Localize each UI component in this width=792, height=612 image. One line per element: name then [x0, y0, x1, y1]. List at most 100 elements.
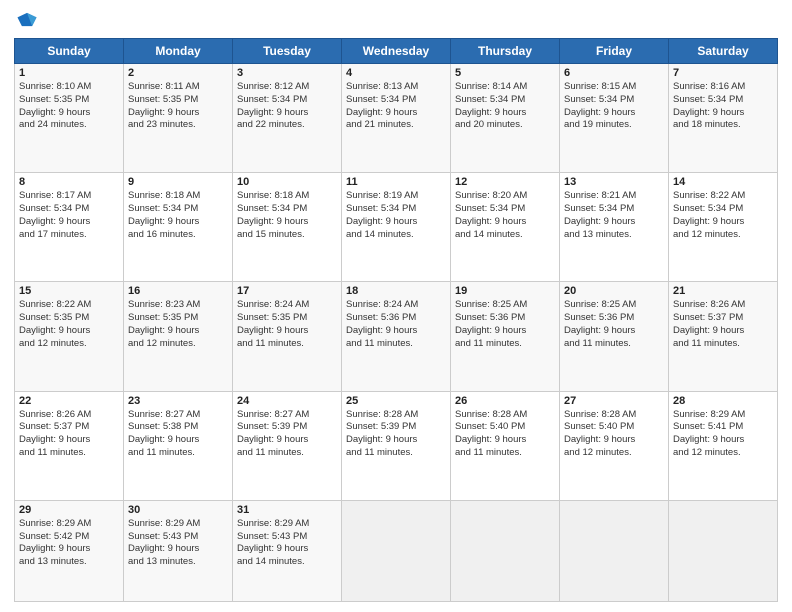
cell-line: Sunset: 5:34 PM: [237, 94, 337, 107]
table-row: 13Sunrise: 8:21 AMSunset: 5:34 PMDayligh…: [560, 173, 669, 282]
day-number: 23: [128, 395, 228, 407]
day-number: 5: [455, 67, 555, 79]
cell-line: Daylight: 9 hours: [19, 543, 119, 556]
calendar-week-row: 15Sunrise: 8:22 AMSunset: 5:35 PMDayligh…: [15, 282, 778, 391]
cell-line: Sunrise: 8:16 AM: [673, 81, 773, 94]
calendar-week-row: 8Sunrise: 8:17 AMSunset: 5:34 PMDaylight…: [15, 173, 778, 282]
cell-line: Daylight: 9 hours: [237, 434, 337, 447]
cell-line: Sunrise: 8:28 AM: [346, 409, 446, 422]
cell-line: Sunset: 5:34 PM: [455, 203, 555, 216]
table-row: 19Sunrise: 8:25 AMSunset: 5:36 PMDayligh…: [451, 282, 560, 391]
cell-line: Sunset: 5:40 PM: [455, 421, 555, 434]
cell-line: Sunrise: 8:27 AM: [237, 409, 337, 422]
cell-line: and 11 minutes.: [455, 447, 555, 460]
table-row: 22Sunrise: 8:26 AMSunset: 5:37 PMDayligh…: [15, 391, 124, 500]
table-row: 15Sunrise: 8:22 AMSunset: 5:35 PMDayligh…: [15, 282, 124, 391]
cell-line: Sunset: 5:40 PM: [564, 421, 664, 434]
cell-line: Daylight: 9 hours: [673, 216, 773, 229]
cell-line: Sunset: 5:39 PM: [237, 421, 337, 434]
cell-line: Sunset: 5:34 PM: [19, 203, 119, 216]
cell-line: Sunrise: 8:28 AM: [564, 409, 664, 422]
cell-line: Sunrise: 8:12 AM: [237, 81, 337, 94]
cell-line: and 14 minutes.: [346, 229, 446, 242]
cell-line: Daylight: 9 hours: [237, 325, 337, 338]
cell-line: and 21 minutes.: [346, 119, 446, 132]
table-row: 29Sunrise: 8:29 AMSunset: 5:42 PMDayligh…: [15, 500, 124, 601]
cell-line: Daylight: 9 hours: [346, 434, 446, 447]
cell-line: and 11 minutes.: [455, 338, 555, 351]
day-number: 14: [673, 176, 773, 188]
cell-line: Daylight: 9 hours: [673, 434, 773, 447]
day-number: 8: [19, 176, 119, 188]
day-number: 10: [237, 176, 337, 188]
cell-line: and 19 minutes.: [564, 119, 664, 132]
cell-line: and 13 minutes.: [564, 229, 664, 242]
cell-line: Daylight: 9 hours: [19, 434, 119, 447]
cell-line: Daylight: 9 hours: [455, 107, 555, 120]
day-number: 1: [19, 67, 119, 79]
table-row: 11Sunrise: 8:19 AMSunset: 5:34 PMDayligh…: [342, 173, 451, 282]
table-row: 2 Sunrise: 8:11 AMSunset: 5:35 PMDaylight…: [124, 64, 233, 173]
cell-line: Sunrise: 8:21 AM: [564, 190, 664, 203]
table-row: 16Sunrise: 8:23 AMSunset: 5:35 PMDayligh…: [124, 282, 233, 391]
cell-line: and 11 minutes.: [128, 447, 228, 460]
cell-line: Sunrise: 8:19 AM: [346, 190, 446, 203]
cell-line: Sunset: 5:34 PM: [346, 203, 446, 216]
page: SundayMondayTuesdayWednesdayThursdayFrid…: [0, 0, 792, 612]
table-row: 8Sunrise: 8:17 AMSunset: 5:34 PMDaylight…: [15, 173, 124, 282]
cell-line: Sunrise: 8:11 AM: [128, 81, 228, 94]
table-row: 18Sunrise: 8:24 AMSunset: 5:36 PMDayligh…: [342, 282, 451, 391]
day-number: 24: [237, 395, 337, 407]
cell-line: Sunrise: 8:20 AM: [455, 190, 555, 203]
table-row: 25Sunrise: 8:28 AMSunset: 5:39 PMDayligh…: [342, 391, 451, 500]
cell-line: Sunset: 5:43 PM: [237, 531, 337, 544]
cell-line: Sunrise: 8:25 AM: [564, 299, 664, 312]
table-row: 20Sunrise: 8:25 AMSunset: 5:36 PMDayligh…: [560, 282, 669, 391]
table-row: 26Sunrise: 8:28 AMSunset: 5:40 PMDayligh…: [451, 391, 560, 500]
day-number: 7: [673, 67, 773, 79]
cell-line: and 12 minutes.: [673, 229, 773, 242]
cell-line: and 12 minutes.: [128, 338, 228, 351]
table-row: 6Sunrise: 8:15 AMSunset: 5:34 PMDaylight…: [560, 64, 669, 173]
table-row: 31Sunrise: 8:29 AMSunset: 5:43 PMDayligh…: [233, 500, 342, 601]
cell-line: Sunrise: 8:27 AM: [128, 409, 228, 422]
day-number: 2: [128, 67, 228, 79]
cell-line: and 13 minutes.: [19, 556, 119, 569]
cell-line: Daylight: 9 hours: [19, 325, 119, 338]
logo-icon: [16, 10, 38, 32]
day-number: 9: [128, 176, 228, 188]
cell-line: and 11 minutes.: [564, 338, 664, 351]
table-row: 30Sunrise: 8:29 AMSunset: 5:43 PMDayligh…: [124, 500, 233, 601]
cell-line: Daylight: 9 hours: [128, 107, 228, 120]
table-row: 28Sunrise: 8:29 AMSunset: 5:41 PMDayligh…: [669, 391, 778, 500]
day-header-saturday: Saturday: [669, 39, 778, 64]
table-row: [560, 500, 669, 601]
cell-line: Daylight: 9 hours: [346, 216, 446, 229]
cell-line: Sunset: 5:36 PM: [564, 312, 664, 325]
table-row: 5Sunrise: 8:14 AMSunset: 5:34 PMDaylight…: [451, 64, 560, 173]
cell-line: Sunrise: 8:14 AM: [455, 81, 555, 94]
day-number: 4: [346, 67, 446, 79]
day-number: 17: [237, 285, 337, 297]
cell-line: Sunset: 5:37 PM: [673, 312, 773, 325]
cell-line: Sunrise: 8:13 AM: [346, 81, 446, 94]
cell-line: Sunset: 5:42 PM: [19, 531, 119, 544]
cell-line: and 11 minutes.: [237, 447, 337, 460]
cell-line: Sunset: 5:35 PM: [128, 94, 228, 107]
day-number: 13: [564, 176, 664, 188]
table-row: 1Sunrise: 8:10 AMSunset: 5:35 PMDaylight…: [15, 64, 124, 173]
cell-line: and 12 minutes.: [19, 338, 119, 351]
cell-line: Sunset: 5:34 PM: [673, 94, 773, 107]
day-number: 21: [673, 285, 773, 297]
cell-line: Sunrise: 8:25 AM: [455, 299, 555, 312]
cell-line: Daylight: 9 hours: [673, 107, 773, 120]
table-row: 27Sunrise: 8:28 AMSunset: 5:40 PMDayligh…: [560, 391, 669, 500]
cell-line: and 17 minutes.: [19, 229, 119, 242]
cell-line: and 20 minutes.: [455, 119, 555, 132]
cell-line: Sunset: 5:38 PM: [128, 421, 228, 434]
cell-line: and 11 minutes.: [346, 447, 446, 460]
day-number: 27: [564, 395, 664, 407]
cell-line: and 23 minutes.: [128, 119, 228, 132]
day-number: 12: [455, 176, 555, 188]
cell-line: Sunrise: 8:22 AM: [673, 190, 773, 203]
